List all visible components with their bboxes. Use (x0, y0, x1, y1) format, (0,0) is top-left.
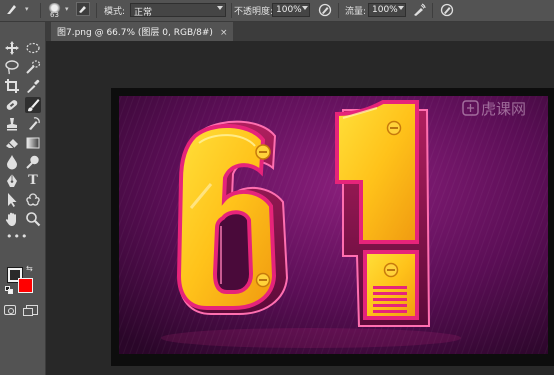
brush-size-value: 63 (50, 11, 59, 19)
clone-stamp-tool-icon[interactable] (4, 116, 20, 132)
pressure-opacity-icon[interactable] (318, 3, 332, 17)
quick-selection-tool-icon[interactable] (25, 59, 41, 75)
close-icon[interactable]: × (220, 28, 228, 38)
opacity-label: 不透明度: (234, 7, 274, 17)
separator (338, 3, 339, 18)
separator (432, 3, 433, 18)
brush-tool-preset-icon[interactable] (5, 2, 19, 16)
separator (96, 3, 97, 18)
toggle-brush-panel-button[interactable] (76, 2, 90, 16)
document-tab-bar: 图7.png @ 66.7% (图层 0, RGB/8#) × (46, 22, 554, 41)
move-tool-icon[interactable] (4, 40, 20, 56)
opacity-value: 100% (276, 5, 302, 15)
custom-shape-tool-icon[interactable] (25, 192, 41, 208)
zoom-tool-icon[interactable] (25, 211, 41, 227)
chevron-down-icon[interactable] (302, 6, 308, 10)
tools-panel: T ••• ⇆ (0, 22, 46, 375)
airbrush-icon[interactable] (412, 3, 426, 17)
blur-tool-icon[interactable] (4, 154, 20, 170)
crop-tool-icon[interactable] (4, 78, 20, 94)
pen-tool-icon[interactable] (4, 173, 20, 189)
document-tab[interactable]: 图7.png @ 66.7% (图层 0, RGB/8#) × (51, 22, 234, 41)
watermark-text: 虎课网 (481, 100, 526, 118)
separator (40, 3, 41, 18)
document-canvas[interactable]: 虎课网 (111, 88, 554, 366)
brush-tool-icon[interactable] (25, 97, 41, 113)
artwork-image: 虎课网 (119, 96, 548, 354)
gradient-tool-icon[interactable] (25, 135, 41, 151)
path-selection-tool-icon[interactable] (4, 192, 20, 208)
canvas-area[interactable]: 虎课网 (46, 41, 554, 375)
brush-size-dropdown-icon[interactable]: ▾ (65, 5, 69, 13)
document-tab-title: 图7.png @ 66.7% (图层 0, RGB/8#) (57, 28, 213, 38)
chevron-down-icon[interactable] (398, 6, 404, 10)
swap-colors-icon[interactable]: ⇆ (26, 264, 33, 273)
screen-mode-icon[interactable] (23, 305, 38, 316)
edit-toolbar-icon[interactable]: ••• (6, 230, 28, 243)
eraser-tool-icon[interactable] (4, 135, 20, 151)
history-brush-tool-icon[interactable] (25, 116, 41, 132)
hand-tool-icon[interactable] (4, 211, 20, 227)
blend-mode-value: 正常 (134, 8, 153, 18)
options-bar: ▾ 63 ▾ 模式: 正常 不透明度: 100% 流量: 100% (0, 0, 554, 22)
mode-label: 模式: (104, 7, 126, 17)
blend-mode-select[interactable]: 正常 (130, 3, 226, 18)
flow-value: 100% (372, 5, 398, 15)
quick-mask-icon[interactable] (4, 305, 16, 315)
dodge-tool-icon[interactable] (25, 154, 41, 170)
default-colors-icon[interactable] (5, 286, 13, 294)
lasso-tool-icon[interactable] (4, 59, 20, 75)
healing-brush-tool-icon[interactable] (4, 97, 20, 113)
separator (231, 3, 232, 18)
background-color-swatch[interactable] (18, 278, 33, 293)
type-tool-icon[interactable]: T (25, 173, 41, 189)
brush-panel-icon (79, 6, 86, 13)
eyedropper-tool-icon[interactable] (25, 78, 41, 94)
marquee-tool-icon[interactable] (25, 40, 41, 56)
chevron-down-icon (217, 6, 223, 10)
brush-preset-dropdown-icon[interactable]: ▾ (25, 5, 29, 13)
pressure-size-icon[interactable] (440, 3, 454, 17)
flow-label: 流量: (345, 7, 367, 17)
